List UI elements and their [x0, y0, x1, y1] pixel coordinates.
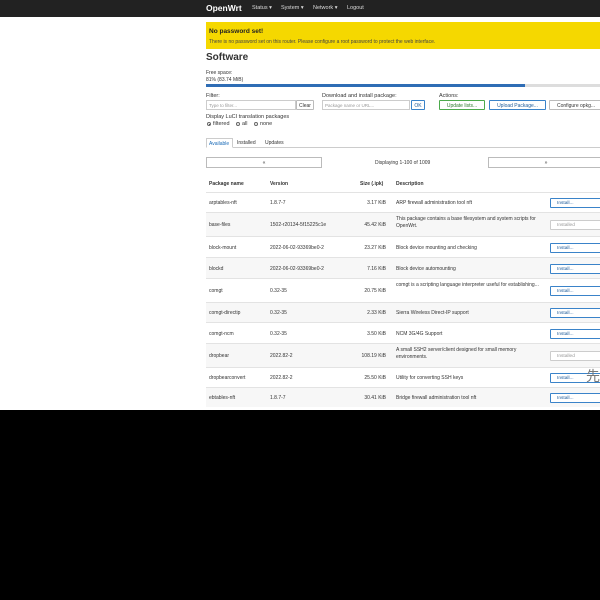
table-row: comgt 0.32-35 20.75 KiB comgt is a scriptin…: [206, 278, 600, 302]
install-button[interactable]: Install...: [550, 308, 600, 318]
package-name: comgt-directip: [209, 310, 241, 316]
package-name: block-mount: [209, 245, 237, 251]
table-row: block-mount 2022-06-02-93369be0-2 23.27 Ki…: [206, 236, 600, 257]
download-label: Download and install package:: [322, 93, 397, 99]
package-version: 1502-r20134-5f15225c1e: [270, 222, 327, 228]
install-button[interactable]: Install...: [550, 243, 600, 253]
radio-all-label: all: [242, 121, 248, 127]
table-row: ebtables-nft 1.8.7-7 30.41 KiB Bridge firew…: [206, 387, 600, 407]
download-ok-button[interactable]: OK: [411, 100, 425, 110]
package-size: 108.19 KiB: [361, 353, 386, 359]
filter-input[interactable]: Type to filter...: [206, 100, 296, 110]
col-version: Version: [270, 181, 289, 187]
package-description: Utility for converting SSH keys: [396, 375, 464, 381]
tab-available[interactable]: Available: [206, 138, 233, 148]
browser-viewport: OpenWrt Status ▾ System ▾ Network ▾ Logo…: [0, 0, 600, 410]
package-version: 2022-06-02-93369be0-2: [270, 266, 324, 272]
clear-filter-button[interactable]: Clear: [296, 100, 314, 110]
radio-none-label: none: [260, 121, 273, 127]
installed-label: Installed: [550, 351, 600, 361]
package-version: 1.8.7-7: [270, 200, 286, 206]
col-size: Size (.ipk): [360, 181, 384, 187]
free-space-label: Free space:: [206, 70, 233, 76]
package-name: comgt-ncm: [209, 331, 234, 337]
col-description: Description: [396, 181, 424, 187]
main-content: No password set! There is no password se…: [206, 0, 600, 410]
package-description: A small SSH2 server/client designed for …: [396, 347, 517, 360]
package-size: 3.17 KiB: [367, 200, 386, 206]
filter-label: Filter:: [206, 93, 220, 99]
radio-all[interactable]: [236, 122, 240, 126]
package-size: 25.50 KiB: [364, 375, 386, 381]
package-size: 30.41 KiB: [364, 395, 386, 401]
overlay-glyph: 先: [586, 368, 600, 384]
table-row: arptables-nft 1.8.7-7 3.17 KiB ARP firewall…: [206, 192, 600, 212]
pager-next-button[interactable]: »: [488, 157, 600, 168]
free-space-value: 81% (83.74 MiB): [206, 77, 244, 83]
alert-title: No password set!: [209, 28, 264, 35]
package-description: comgt is a scripting language interprete…: [396, 282, 539, 288]
alert-message: There is no password set on this router.…: [209, 39, 436, 45]
package-version: 0.32-35: [270, 331, 287, 337]
package-name: dropbear: [209, 353, 230, 359]
table-row: dropbear 2022.82-2 108.19 KiB A small SSH2 …: [206, 343, 600, 367]
package-name: blockd: [209, 266, 224, 272]
radio-filtered-label: filtered: [213, 121, 230, 127]
package-size: 20.75 KiB: [364, 288, 386, 294]
package-version: 0.32-35: [270, 288, 287, 294]
package-description: This package contains a base filesystem …: [396, 216, 536, 229]
package-description: Bridge firewall administration tool nft: [396, 395, 477, 401]
table-row: base-files 1502-r20134-5f15225c1e 45.42 Ki…: [206, 212, 600, 236]
package-description: Block device mounting and checking: [396, 245, 477, 251]
package-size: 3.50 KiB: [367, 331, 386, 337]
radio-none[interactable]: [254, 122, 258, 126]
col-package-name: Package name: [209, 181, 244, 187]
tab-installed[interactable]: Installed: [235, 138, 262, 148]
tab-updates[interactable]: Updates: [263, 138, 293, 148]
package-name: dropbearconvert: [209, 375, 246, 381]
update-lists-button[interactable]: Update lists...: [439, 100, 485, 110]
table-row: comgt-ncm 0.32-35 3.50 KiB NCM 3G/4G Suppor…: [206, 322, 600, 343]
package-name: arptables-nft: [209, 200, 237, 206]
page-title: Software: [206, 52, 249, 63]
package-description: ARP firewall administration tool nft: [396, 200, 473, 206]
install-button[interactable]: Install...: [550, 198, 600, 208]
upload-package-button[interactable]: Upload Package...: [489, 100, 546, 110]
table-row: comgt-directip 0.32-35 2.33 KiB Sierra Wire…: [206, 302, 600, 322]
install-button[interactable]: Install...: [550, 286, 600, 296]
package-version: 2022-06-02-93369be0-2: [270, 245, 324, 251]
package-version: 2022.82-2: [270, 353, 293, 359]
package-name: ebtables-nft: [209, 395, 236, 401]
install-button[interactable]: Install...: [550, 264, 600, 274]
package-size: 2.33 KiB: [367, 310, 386, 316]
radio-filtered[interactable]: [207, 122, 211, 126]
package-size: 45.42 KiB: [364, 222, 386, 228]
package-size: 23.27 KiB: [364, 245, 386, 251]
no-password-alert: No password set! There is no password se…: [206, 22, 600, 49]
package-name: comgt: [209, 288, 223, 294]
translation-label: Display LuCI translation packages: [206, 114, 290, 120]
package-description: Sierra Wireless Direct-IP support: [396, 310, 469, 316]
table-row: dropbearconvert 2022.82-2 25.50 KiB Utility…: [206, 367, 600, 387]
package-version: 1.8.7-7: [270, 395, 286, 401]
installed-label: Installed: [550, 220, 600, 230]
install-button[interactable]: Install...: [550, 393, 600, 403]
package-version: 0.32-35: [270, 310, 287, 316]
package-description: NCM 3G/4G Support: [396, 331, 443, 337]
install-button[interactable]: Install...: [550, 329, 600, 339]
package-url-input[interactable]: Package name or URL...: [322, 100, 410, 110]
free-space-bar-fill: [206, 84, 526, 87]
package-version: 2022.82-2: [270, 375, 293, 381]
actions-label: Actions:: [439, 93, 459, 99]
table-row: blockd 2022-06-02-93369be0-2 7.16 KiB Block…: [206, 257, 600, 278]
free-space-bar: [206, 84, 600, 87]
pager-prev-button[interactable]: «: [206, 157, 322, 168]
package-size: 7.16 KiB: [367, 266, 386, 272]
configure-opkg-button[interactable]: Configure opkg...: [549, 100, 600, 110]
package-description: Block device automounting: [396, 266, 456, 272]
package-name: base-files: [209, 222, 231, 228]
pager-status: Displaying 1-100 of 1009: [375, 160, 431, 166]
